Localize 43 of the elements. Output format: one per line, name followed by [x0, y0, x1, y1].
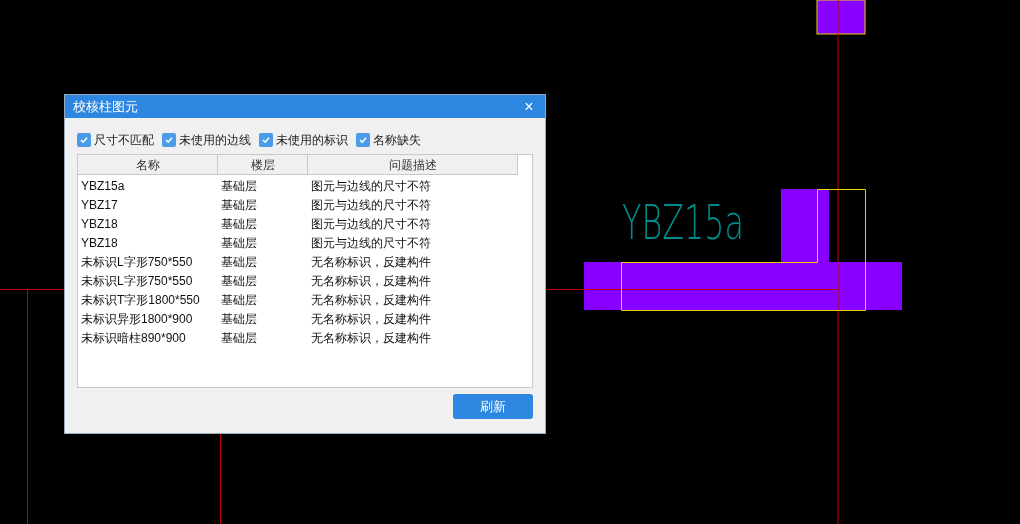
table-cell-text: 无名称标识，反建构件 [310, 253, 432, 271]
checkbox-label[interactable]: 未使用的边线 [179, 131, 251, 149]
table-cell-text: 图元与边线的尺寸不符 [310, 215, 432, 233]
column-label: YBZ15a [622, 194, 807, 250]
table-cell-text: 未标识异形1800*900 [80, 310, 194, 328]
checkbox[interactable] [162, 133, 176, 147]
refresh-button[interactable]: 刷新 [453, 394, 533, 419]
table-cell-text: 基础层 [220, 310, 258, 328]
column-header[interactable]: 问题描述 [308, 155, 518, 174]
table-cell-text: YBZ17 [80, 196, 119, 214]
table-cell-text: 无名称标识，反建构件 [310, 329, 432, 347]
checkbox-label[interactable]: 未使用的标识 [276, 131, 348, 149]
window-title: 校核柱图元 [73, 97, 138, 116]
checkbox-label[interactable]: 尺寸不匹配 [94, 131, 154, 149]
table-cell-text: 未标识L字形750*550 [80, 272, 194, 290]
table-cell-text: 基础层 [220, 272, 258, 290]
table-cell-text: YBZ18 [80, 215, 119, 233]
table-cell-text: 图元与边线的尺寸不符 [310, 196, 432, 214]
column-header[interactable]: 名称 [78, 155, 218, 174]
table-cell-text: 基础层 [220, 291, 258, 309]
checkbox[interactable] [259, 133, 273, 147]
table-cell-text: 基础层 [220, 196, 258, 214]
table-cell-text: 未标识暗柱890*900 [80, 329, 187, 347]
table-cell-text: 未标识T字形1800*550 [80, 291, 201, 309]
checkbox-label[interactable]: 名称缺失 [373, 131, 421, 149]
table-cell-text: 图元与边线的尺寸不符 [310, 177, 432, 195]
close-button[interactable]: × [521, 98, 537, 115]
column-header[interactable]: 楼层 [218, 155, 308, 174]
column-shape [816, 0, 866, 35]
table-cell-text: 未标识L字形750*550 [80, 253, 194, 271]
table-cell-text: YBZ15a [80, 177, 126, 195]
table-cell-text: 无名称标识，反建构件 [310, 291, 432, 309]
table-cell-text: 图元与边线的尺寸不符 [310, 234, 432, 252]
table-cell-text: 无名称标识，反建构件 [310, 272, 432, 290]
table-cell-text: 无名称标识，反建构件 [310, 310, 432, 328]
table-cell-text: 基础层 [220, 215, 258, 233]
checkbox[interactable] [77, 133, 91, 147]
table-cell-text: 基础层 [220, 177, 258, 195]
table-cell-text: 基础层 [220, 234, 258, 252]
table-cell-text: YBZ18 [80, 234, 119, 252]
table-cell-text: 基础层 [220, 329, 258, 347]
checkbox[interactable] [356, 133, 370, 147]
table-cell-text: 基础层 [220, 253, 258, 271]
